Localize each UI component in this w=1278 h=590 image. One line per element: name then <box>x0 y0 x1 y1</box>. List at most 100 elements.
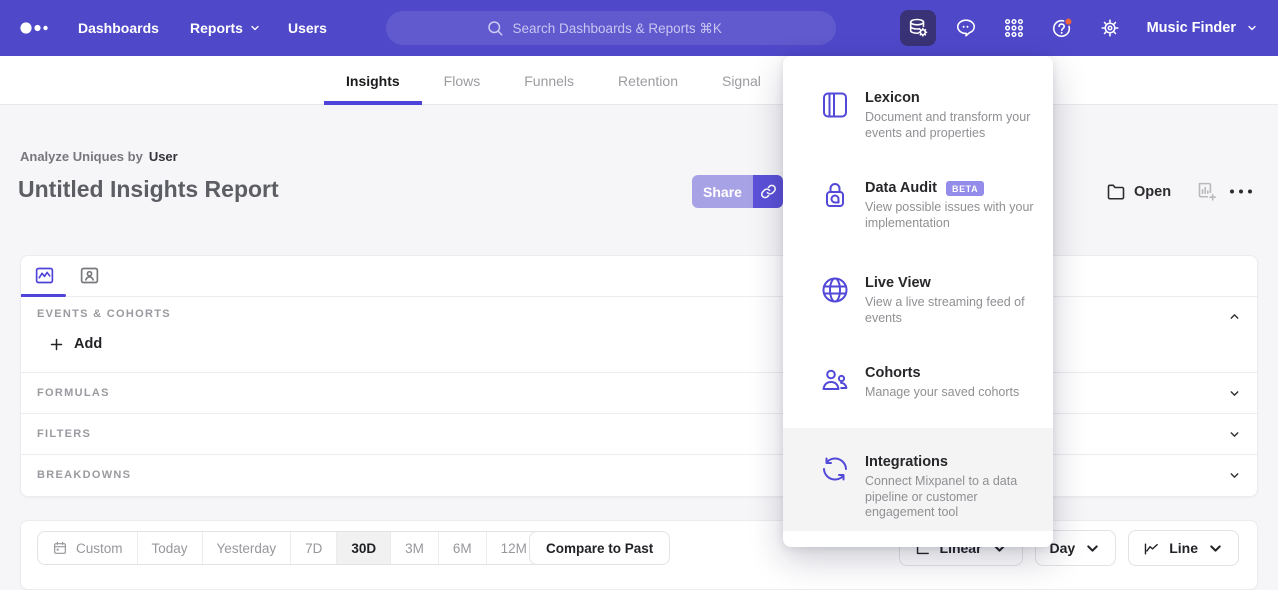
lexicon-book-icon <box>820 90 850 120</box>
query-builder-card: EVENTS & COHORTS Add FORMULAS FILTERS BR… <box>20 255 1258 497</box>
chevron-down-icon[interactable] <box>1228 428 1241 441</box>
tab-label: Insights <box>346 73 400 89</box>
line-chart-icon <box>1143 540 1160 557</box>
events-view-tab-chart-icon[interactable] <box>34 265 55 286</box>
menu-item-title: Cohorts <box>865 365 1047 381</box>
save-chart-icon[interactable] <box>1196 181 1217 202</box>
apps-grid-icon[interactable] <box>996 10 1032 46</box>
cohorts-people-icon <box>820 365 850 395</box>
breakdowns-section[interactable]: BREAKDOWNS <box>21 455 1257 496</box>
compare-label: Compare to Past <box>546 541 653 556</box>
share-button[interactable]: Share <box>692 175 753 208</box>
range-7d[interactable]: 7D <box>291 532 337 564</box>
range-yesterday[interactable]: Yesterday <box>203 532 292 564</box>
menu-item-title: Integrations <box>865 454 1047 470</box>
chart-type-label: Line <box>1169 540 1198 556</box>
nav-link-users[interactable]: Users <box>288 0 327 56</box>
formulas-section[interactable]: FORMULAS <box>21 373 1257 414</box>
users-view-tab-person-icon[interactable] <box>79 265 100 286</box>
top-navigation-bar: Dashboards Reports Users <box>0 0 1278 56</box>
nav-link-label: Reports <box>190 20 243 36</box>
subtitle-value[interactable]: User <box>149 149 178 164</box>
tab-insights[interactable]: Insights <box>324 56 422 105</box>
tab-retention[interactable]: Retention <box>596 56 700 105</box>
range-label: 12M <box>501 541 527 556</box>
chevron-down-icon <box>1207 540 1224 557</box>
help-icon[interactable] <box>1044 10 1080 46</box>
range-custom[interactable]: Custom <box>38 532 138 564</box>
integrations-sync-icon <box>820 454 850 484</box>
nav-link-reports[interactable]: Reports <box>190 0 261 56</box>
range-label: 30D <box>351 541 376 556</box>
menu-item-integrations[interactable]: Integrations Connect Mixpanel to a data … <box>783 428 1053 531</box>
messages-icon[interactable] <box>948 10 984 46</box>
chevron-down-icon <box>249 22 261 34</box>
add-label: Add <box>74 336 102 352</box>
nav-link-label: Users <box>288 20 327 36</box>
global-search-input[interactable] <box>386 11 836 45</box>
breakdowns-header: BREAKDOWNS <box>37 469 131 481</box>
menu-item-description: Connect Mixpanel to a data pipeline or c… <box>865 474 1047 521</box>
copy-link-button[interactable] <box>753 175 783 208</box>
filters-section[interactable]: FILTERS <box>21 414 1257 455</box>
add-event-button[interactable]: Add <box>49 336 102 352</box>
data-management-dropdown-menu: Lexicon Document and transform your even… <box>783 56 1053 547</box>
chevron-up-icon[interactable] <box>1228 310 1241 323</box>
tab-label: Retention <box>618 73 678 89</box>
chevron-down-icon[interactable] <box>1228 387 1241 400</box>
nav-link-dashboards[interactable]: Dashboards <box>78 0 159 56</box>
date-range-segmented-control: Custom Today Yesterday 7D 30D 3M 6M 12M <box>37 531 542 565</box>
chart-type-dropdown[interactable]: Line <box>1128 530 1239 566</box>
range-label: Today <box>152 541 188 556</box>
calendar-icon <box>52 540 68 556</box>
subtitle-prefix: Analyze Uniques by <box>20 149 143 164</box>
settings-icon[interactable] <box>1092 10 1128 46</box>
menu-item-title: Live View <box>865 275 1047 291</box>
menu-item-lexicon[interactable]: Lexicon Document and transform your even… <box>783 86 1053 178</box>
events-cohorts-section: EVENTS & COHORTS Add <box>21 297 1257 373</box>
menu-item-description: View possible issues with your implement… <box>865 200 1047 231</box>
interval-label: Day <box>1050 540 1076 556</box>
notification-dot <box>1065 18 1072 25</box>
tab-flows[interactable]: Flows <box>422 56 503 105</box>
tab-funnels[interactable]: Funnels <box>502 56 596 105</box>
open-report-button[interactable]: Open <box>1106 175 1171 208</box>
link-icon <box>760 183 777 200</box>
nav-link-label: Dashboards <box>78 20 159 36</box>
range-6m[interactable]: 6M <box>439 532 487 564</box>
chevron-down-icon <box>1246 22 1258 34</box>
search-input[interactable] <box>513 21 737 36</box>
tab-signal[interactable]: Signal <box>700 56 783 105</box>
range-today[interactable]: Today <box>138 532 203 564</box>
filters-header: FILTERS <box>37 428 91 440</box>
formulas-header: FORMULAS <box>37 387 110 399</box>
range-label: 6M <box>453 541 472 556</box>
builder-view-tabs <box>21 256 1257 297</box>
chevron-down-icon[interactable] <box>1228 469 1241 482</box>
range-30d[interactable]: 30D <box>337 532 391 564</box>
range-3m[interactable]: 3M <box>391 532 439 564</box>
range-label: Yesterday <box>217 541 277 556</box>
compare-to-past-button[interactable]: Compare to Past <box>529 531 670 565</box>
more-options-icon[interactable] <box>1228 183 1254 200</box>
range-label: Custom <box>76 541 123 556</box>
menu-item-cohorts[interactable]: Cohorts Manage your saved cohorts <box>783 361 1053 424</box>
search-icon <box>486 19 504 37</box>
menu-item-live-view[interactable]: Live View View a live streaming feed of … <box>783 271 1053 361</box>
menu-item-description: View a live streaming feed of events <box>865 295 1047 326</box>
menu-item-description: Manage your saved cohorts <box>865 385 1047 401</box>
page-title[interactable]: Untitled Insights Report <box>18 176 279 203</box>
mixpanel-logo-icon[interactable] <box>20 21 56 35</box>
live-view-globe-icon <box>820 275 850 305</box>
data-management-icon[interactable] <box>900 10 936 46</box>
tab-label: Flows <box>444 73 481 89</box>
menu-item-title: Data Audit BETA <box>865 180 1047 196</box>
plus-icon <box>49 337 64 352</box>
report-subtitle: Analyze Uniques by User <box>20 149 178 164</box>
range-label: 7D <box>305 541 322 556</box>
menu-item-data-audit[interactable]: Data Audit BETA View possible issues wit… <box>783 176 1053 271</box>
chevron-down-icon <box>1084 540 1101 557</box>
menu-item-title-text: Data Audit <box>865 180 937 196</box>
project-switcher[interactable]: Music Finder <box>1147 0 1258 56</box>
range-label: 3M <box>405 541 424 556</box>
